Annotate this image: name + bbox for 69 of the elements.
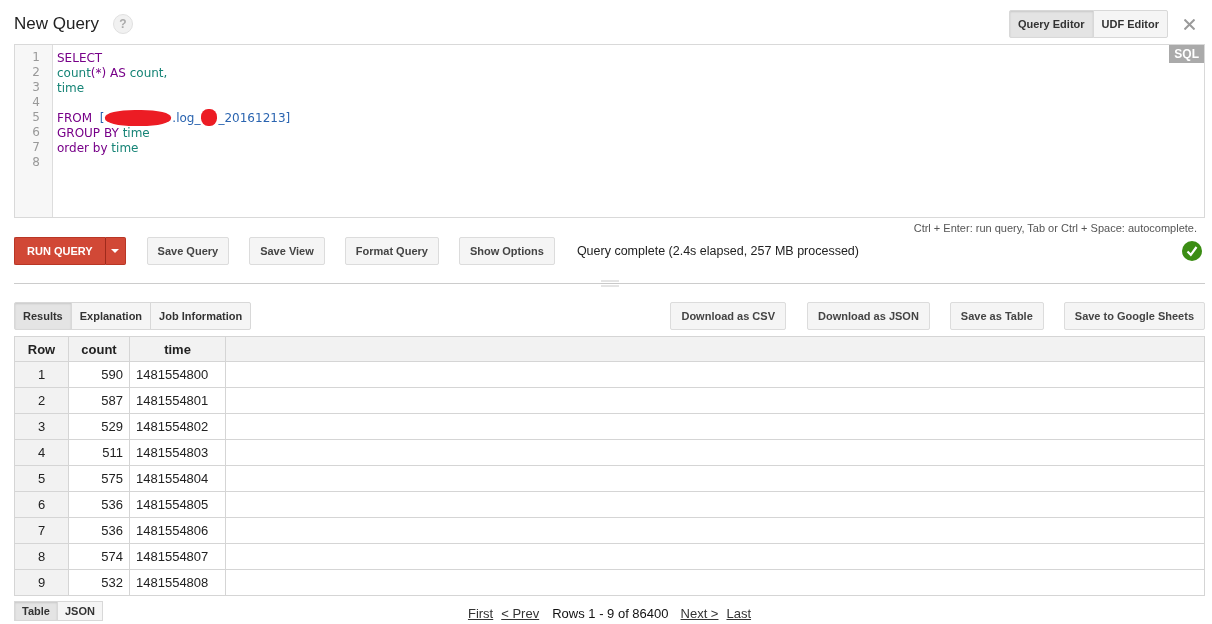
line-number: 3 bbox=[31, 80, 41, 95]
run-options-button[interactable] bbox=[105, 237, 126, 265]
page-title: New Query bbox=[14, 14, 100, 34]
export-button[interactable]: Save to Google Sheets bbox=[1063, 302, 1205, 330]
run-query-button[interactable]: RUN QUERY bbox=[14, 237, 106, 265]
row-number-cell: 1 bbox=[14, 361, 69, 388]
editor-tab[interactable]: UDF Editor bbox=[1092, 10, 1168, 38]
line-number: 2 bbox=[31, 65, 41, 80]
row-number-cell: 5 bbox=[14, 465, 69, 492]
table-cell: 1481554803 bbox=[129, 439, 226, 466]
table-cell: 1481554800 bbox=[129, 361, 226, 388]
line-number: 6 bbox=[31, 125, 41, 140]
next-page-link[interactable]: Next > bbox=[680, 605, 719, 621]
column-header: Row bbox=[14, 336, 69, 362]
code-text: count(*) AS count, bbox=[57, 65, 168, 80]
redaction-mark bbox=[201, 109, 218, 126]
last-page-link[interactable]: Last bbox=[726, 605, 752, 621]
code-text: .log_ bbox=[172, 110, 201, 125]
row-number-cell: 2 bbox=[14, 387, 69, 414]
row-number-cell: 3 bbox=[14, 413, 69, 440]
row-number-cell: 4 bbox=[14, 439, 69, 466]
code-text: _20161213] bbox=[218, 110, 291, 125]
table-cell: 1481554802 bbox=[129, 413, 226, 440]
code-text: GROUP BY time bbox=[57, 125, 150, 140]
code-text: SELECT bbox=[57, 50, 103, 65]
line-number: 7 bbox=[31, 140, 41, 155]
shortcut-hint: Ctrl + Enter: run query, Tab or Ctrl + Space: autocomplete. bbox=[912, 222, 1197, 235]
row-number-cell: 6 bbox=[14, 491, 69, 518]
toolbar-button[interactable]: Show Options bbox=[458, 237, 555, 265]
export-button[interactable]: Download as CSV bbox=[670, 302, 786, 330]
row-number-cell: 9 bbox=[14, 569, 69, 596]
previous-page-link[interactable]: < Prev bbox=[501, 605, 540, 621]
table-cell: 1481554805 bbox=[129, 491, 226, 518]
column-header: time bbox=[129, 336, 226, 362]
row-number-cell: 7 bbox=[14, 517, 69, 544]
close-icon[interactable] bbox=[1184, 18, 1195, 30]
result-tab[interactable]: Explanation bbox=[70, 302, 152, 330]
first-page-link[interactable]: First bbox=[467, 605, 494, 621]
view-toggle[interactable]: Table bbox=[14, 601, 58, 621]
table-cell: 1481554801 bbox=[129, 387, 226, 414]
export-button[interactable]: Save as Table bbox=[949, 302, 1044, 330]
toolbar-button[interactable]: Format Query bbox=[344, 237, 439, 265]
code-text: time bbox=[57, 80, 85, 95]
table-cell: 1481554804 bbox=[129, 465, 226, 492]
editor-tab[interactable]: Query Editor bbox=[1008, 10, 1094, 38]
caret-icon bbox=[111, 249, 120, 253]
redaction-mark bbox=[105, 109, 172, 126]
row-number-cell: 8 bbox=[14, 543, 69, 570]
result-tab[interactable]: Job Information bbox=[150, 302, 252, 330]
code-text: FROM [ bbox=[57, 110, 105, 125]
query-status: Query complete (2.4s elapsed, 257 MB processed) bbox=[576, 244, 859, 258]
resize-grip-icon[interactable] bbox=[600, 280, 619, 287]
line-number: 1 bbox=[31, 50, 41, 65]
result-tab[interactable]: Results bbox=[14, 302, 72, 330]
toolbar-button[interactable]: Save View bbox=[249, 237, 325, 265]
line-number: 4 bbox=[31, 95, 41, 110]
column-header: count bbox=[68, 336, 130, 362]
code-editor[interactable]: 1 2 3 4 5 6 7 8 SELECT count(*) AS count, time FROM [ .log_ _20161213] GROUP BY time order by time SQL bbox=[14, 44, 1205, 218]
rows-range-text: Rows 1 - 9 of 86400 bbox=[552, 605, 669, 621]
code-text: order by time bbox=[57, 140, 139, 155]
toolbar-button[interactable]: Save Query bbox=[146, 237, 230, 265]
line-number: 5 bbox=[31, 110, 41, 125]
table-cell: 1481554807 bbox=[129, 543, 226, 570]
export-button[interactable]: Download as JSON bbox=[807, 302, 930, 330]
language-badge: SQL bbox=[1169, 45, 1204, 63]
table-cell: 1481554806 bbox=[129, 517, 226, 544]
table-cell: 1481554808 bbox=[129, 569, 226, 596]
line-number: 8 bbox=[31, 155, 41, 170]
view-toggle[interactable]: JSON bbox=[56, 601, 103, 621]
